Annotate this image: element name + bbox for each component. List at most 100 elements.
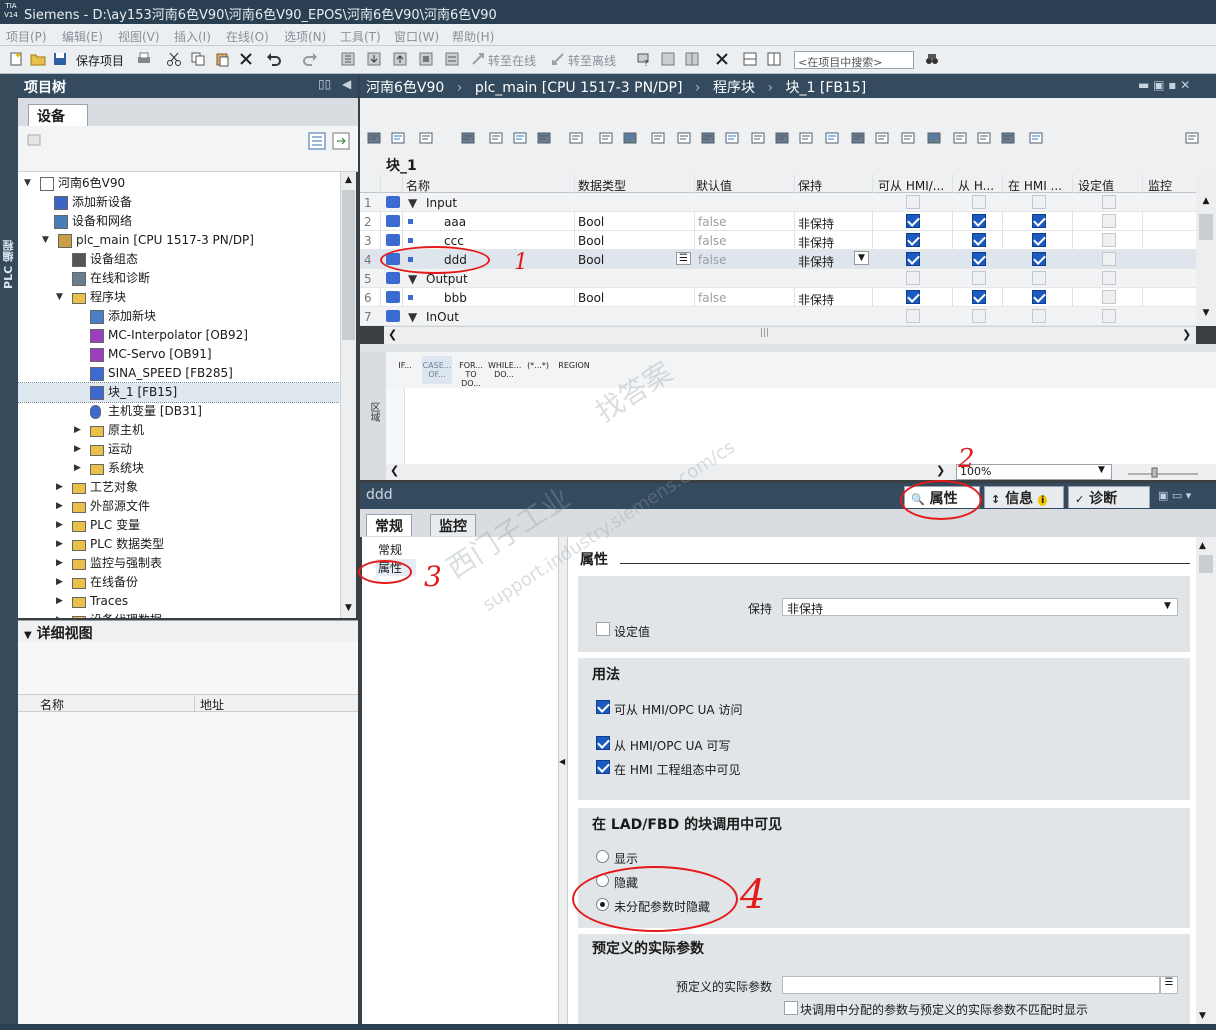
tree-item[interactable]: MC-Interpolator [OB92] bbox=[18, 326, 340, 345]
scl-instruction-button[interactable]: WHILE... DO... bbox=[488, 356, 521, 384]
move-down-icon[interactable] bbox=[700, 130, 716, 146]
inspector-splitter[interactable]: ◀ bbox=[558, 537, 568, 1030]
col-header-setpoint[interactable]: 设定值 bbox=[1078, 177, 1114, 194]
col-header-default[interactable]: 默认值 bbox=[696, 177, 732, 194]
hmi-writable-cell-checkbox[interactable] bbox=[972, 214, 986, 228]
list-picker-icon[interactable]: ☰ bbox=[1160, 976, 1178, 994]
reset-icon[interactable] bbox=[598, 130, 614, 146]
go-online-button[interactable]: 转至在线 bbox=[488, 52, 536, 69]
collapsed-arrow-icon[interactable]: ▶ bbox=[56, 592, 66, 611]
split-editor-icon[interactable] bbox=[684, 51, 700, 67]
pin-icon[interactable]: ▯▯ bbox=[318, 77, 331, 91]
hmi-visible-checkbox[interactable] bbox=[596, 760, 610, 774]
add-row-icon[interactable] bbox=[390, 130, 406, 146]
hmi-accessible-cell-checkbox[interactable] bbox=[906, 195, 920, 209]
setpoint-cell-checkbox[interactable] bbox=[1102, 309, 1116, 323]
menu-view[interactable]: 视图(V) bbox=[118, 28, 160, 45]
inspector-window-controls[interactable]: ▣ ▭ ▾ bbox=[1158, 489, 1191, 502]
hmi-visible-cell-checkbox[interactable] bbox=[1032, 195, 1046, 209]
uncomment-icon[interactable] bbox=[824, 130, 840, 146]
hmi-visible-cell-checkbox[interactable] bbox=[1032, 271, 1046, 285]
save-icon[interactable] bbox=[52, 51, 68, 67]
new-group-icon[interactable] bbox=[26, 132, 42, 148]
hmi-writable-cell-checkbox[interactable] bbox=[972, 252, 986, 266]
sidebar-toggle-icon[interactable] bbox=[1184, 130, 1200, 146]
redo-icon[interactable] bbox=[302, 51, 318, 67]
interface-section-row[interactable]: 1 ▼ Input bbox=[360, 193, 1196, 212]
insert-row-icon[interactable] bbox=[366, 130, 382, 146]
go-offline-icon[interactable] bbox=[550, 51, 566, 67]
tree-item[interactable]: MC-Servo [OB91] bbox=[18, 345, 340, 364]
tree-item[interactable]: ▼ 河南6色V90 bbox=[18, 174, 340, 193]
col-header-monitor[interactable]: 监控 bbox=[1148, 177, 1172, 194]
collapse-arrow-icon[interactable]: ◀ bbox=[559, 757, 565, 766]
collapsed-arrow-icon[interactable]: ▶ bbox=[74, 440, 84, 459]
hmi-writable-cell-checkbox[interactable] bbox=[972, 271, 986, 285]
project-tree-scrollbar[interactable]: ▲ ▼ bbox=[340, 172, 356, 618]
split-vertical-icon[interactable] bbox=[766, 51, 782, 67]
bookmark-icon[interactable] bbox=[850, 130, 866, 146]
collapsed-arrow-icon[interactable]: ▶ bbox=[74, 421, 84, 440]
inspector-scrollbar[interactable]: ▲ ▼ bbox=[1196, 537, 1216, 1030]
collapsed-arrow-icon[interactable]: ▶ bbox=[56, 497, 66, 516]
cut-icon[interactable] bbox=[166, 51, 182, 67]
open-project-icon[interactable] bbox=[30, 51, 46, 67]
col-header-hmi-accessible[interactable]: 可从 HMI/... bbox=[878, 177, 944, 194]
hmi-visible-cell-checkbox[interactable] bbox=[1032, 252, 1046, 266]
hmi-visible-cell-checkbox[interactable] bbox=[1032, 233, 1046, 247]
setpoint-cell-checkbox[interactable] bbox=[1102, 233, 1116, 247]
menu-insert[interactable]: 插入(I) bbox=[174, 28, 211, 45]
collapsed-arrow-icon[interactable]: ▶ bbox=[56, 573, 66, 592]
prev-bookmark-icon[interactable] bbox=[900, 130, 916, 146]
nav-general[interactable]: 常规 bbox=[378, 541, 402, 558]
search-binoculars-icon[interactable] bbox=[924, 51, 940, 67]
interface-hscrollbar[interactable]: ❮ ||| ❯ bbox=[384, 326, 1196, 344]
split-horizontal-icon[interactable] bbox=[742, 51, 758, 67]
setpoint-cell-checkbox[interactable] bbox=[1102, 195, 1116, 209]
hmi-writable-cell-checkbox[interactable] bbox=[972, 195, 986, 209]
export-icon[interactable] bbox=[418, 130, 434, 146]
expanded-arrow-icon[interactable]: ▼ bbox=[56, 288, 66, 307]
interface-row[interactable]: 6 bbb Bool false 非保持 bbox=[360, 288, 1196, 307]
col-address-header[interactable]: 地址 bbox=[200, 696, 224, 713]
hmi-accessible-cell-checkbox[interactable] bbox=[906, 271, 920, 285]
col-header-hmi-writable[interactable]: 从 H... bbox=[958, 177, 994, 194]
accessible-devices-icon[interactable]: ? bbox=[636, 51, 652, 67]
collapsed-arrow-icon[interactable]: ▶ bbox=[56, 516, 66, 535]
setpoint-cell-checkbox[interactable] bbox=[1102, 271, 1116, 285]
tree-item[interactable]: ▶ 监控与强制表 bbox=[18, 554, 340, 573]
tree-item[interactable]: ▶ PLC 数据类型 bbox=[18, 535, 340, 554]
apply-icon[interactable] bbox=[622, 130, 638, 146]
col-header-name[interactable]: 名称 bbox=[406, 177, 430, 194]
compare-icon[interactable] bbox=[650, 130, 666, 146]
monitor-icon[interactable] bbox=[460, 130, 476, 146]
collapsed-arrow-icon[interactable]: ▶ bbox=[74, 459, 84, 478]
close-all-icon[interactable] bbox=[714, 51, 730, 67]
tree-item[interactable]: 主机变量 [DB31] bbox=[18, 402, 340, 421]
tree-item[interactable]: ▶ 工艺对象 bbox=[18, 478, 340, 497]
col-header-hmi-visible[interactable]: 在 HMI ... bbox=[1008, 177, 1062, 194]
default-value-picker-icon[interactable]: ☰ bbox=[676, 252, 691, 265]
hmi-writable-cell-checkbox[interactable] bbox=[972, 290, 986, 304]
project-search-input[interactable]: <在项目中搜索> bbox=[794, 51, 914, 69]
watch-icon[interactable] bbox=[1000, 130, 1016, 146]
retain-dropdown-icon[interactable]: ▼ bbox=[854, 251, 869, 265]
compile-icon[interactable] bbox=[340, 51, 356, 67]
editor-splitter[interactable] bbox=[360, 344, 1216, 352]
tree-item[interactable]: 在线和诊断 bbox=[18, 269, 340, 288]
tree-item[interactable]: ▼ 程序块 bbox=[18, 288, 340, 307]
menu-project[interactable]: 项目(P) bbox=[6, 28, 47, 45]
tree-item[interactable]: ▶ Traces bbox=[18, 592, 340, 611]
zoom-select[interactable]: 100% bbox=[956, 464, 1112, 480]
scl-instruction-button[interactable]: REGION bbox=[556, 356, 592, 384]
predefined-input[interactable] bbox=[782, 976, 1160, 994]
setpoint-cell-checkbox[interactable] bbox=[1102, 252, 1116, 266]
hmi-accessible-cell-checkbox[interactable] bbox=[906, 309, 920, 323]
delete-icon[interactable] bbox=[238, 51, 254, 67]
region-sidebar-label[interactable]: 区域 bbox=[363, 402, 381, 422]
scl-code-editor[interactable] bbox=[404, 388, 1216, 464]
scl-instruction-button[interactable]: CASE... OF... bbox=[422, 356, 452, 384]
breadcrumb-block[interactable]: 块_1 [FB15] bbox=[786, 80, 867, 96]
step-icon[interactable] bbox=[976, 130, 992, 146]
breadcrumb-project[interactable]: 河南6色V90 bbox=[366, 80, 444, 96]
